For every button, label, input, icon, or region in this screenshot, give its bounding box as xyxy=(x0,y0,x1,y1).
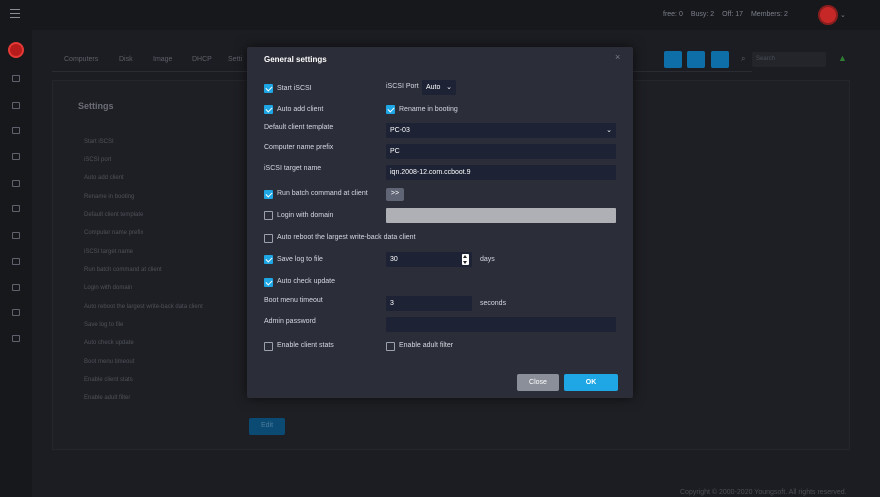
bg-label: Boot menu timeout xyxy=(84,359,135,365)
bg-label: Run batch command at client xyxy=(84,267,162,273)
bg-label: Start iSCSI xyxy=(84,139,114,145)
page-title: Settings xyxy=(78,101,114,111)
login-with-domain-label: Login with domain xyxy=(277,212,334,219)
start-iscsi-checkbox[interactable] xyxy=(264,84,273,93)
bg-label: iSCSI port xyxy=(84,157,112,163)
tab-disk[interactable]: Disk xyxy=(119,56,133,63)
bg-label: Enable client stats xyxy=(84,377,133,383)
iscsi-port-value: Auto xyxy=(426,84,441,91)
copy-icon[interactable] xyxy=(687,51,705,68)
save-log-checkbox[interactable] xyxy=(264,255,273,264)
tag-icon[interactable] xyxy=(12,258,20,265)
bg-label: Auto reboot the largest write-back data … xyxy=(84,304,203,310)
bg-label: Save log to file xyxy=(84,322,124,328)
calendar-icon[interactable] xyxy=(12,153,20,160)
enable-client-stats-checkbox[interactable] xyxy=(264,342,273,351)
dialog-title: General settings xyxy=(264,55,327,64)
disk-icon[interactable] xyxy=(12,102,20,109)
login-with-domain-checkbox[interactable] xyxy=(264,211,273,220)
monitor-icon[interactable] xyxy=(12,75,20,82)
run-batch-command-checkbox[interactable] xyxy=(264,190,273,199)
auto-add-client-label: Auto add client xyxy=(277,106,324,113)
admin-password-input[interactable] xyxy=(386,317,616,332)
admin-password-label: Admin password xyxy=(264,318,316,325)
logout-icon[interactable] xyxy=(12,335,20,342)
free-count: free: 0 xyxy=(663,11,683,18)
default-client-template-value: PC-03 xyxy=(390,127,410,134)
bg-label: Login with domain xyxy=(84,285,133,291)
start-iscsi-label: Start iSCSI xyxy=(277,85,312,92)
tab-image[interactable]: Image xyxy=(153,56,172,63)
chevron-down-icon[interactable]: ⌄ xyxy=(840,11,846,19)
off-count: Off: 17 xyxy=(722,11,744,18)
document-icon[interactable] xyxy=(12,232,20,239)
iscsi-port-select[interactable]: Auto ⌄ xyxy=(422,80,456,95)
tools-icon[interactable] xyxy=(12,127,20,134)
chevron-down-icon: ⌄ xyxy=(446,84,452,91)
auto-add-client-checkbox[interactable] xyxy=(264,105,273,114)
remote-icon[interactable] xyxy=(664,51,682,68)
general-settings-dialog: General settings × Start iSCSI iSCSI Por… xyxy=(247,47,633,398)
close-icon[interactable]: × xyxy=(615,52,620,62)
rename-in-booting-label: Rename in booting xyxy=(399,106,458,113)
bg-label: Auto add client xyxy=(84,175,124,181)
search-input[interactable]: Search xyxy=(752,52,826,67)
iscsi-target-name-label: iSCSI target name xyxy=(264,165,322,172)
save-log-label: Save log to file xyxy=(277,256,323,263)
hamburger-menu-icon[interactable] xyxy=(10,9,20,19)
boot-menu-timeout-label: Boot menu timeout xyxy=(264,297,323,304)
iscsi-target-name-input[interactable]: iqn.2008-12.com.ccboot.9 xyxy=(386,165,616,180)
list-icon[interactable] xyxy=(12,309,20,316)
auto-check-update-label: Auto check update xyxy=(277,278,335,285)
boot-menu-timeout-input[interactable]: 3 xyxy=(386,296,472,311)
status-counters: free: 0 Busy: 2 Off: 17 Members: 2 xyxy=(663,11,794,18)
copyright: Copyright © 2000-2020 Youngsoft. All rig… xyxy=(680,489,847,496)
run-batch-command-label: Run batch command at client xyxy=(277,190,368,197)
domain-input[interactable] xyxy=(386,208,616,223)
status-icon: ▲ xyxy=(838,53,847,63)
enable-client-stats-label: Enable client stats xyxy=(277,342,334,349)
edit-button[interactable]: Edit xyxy=(249,418,285,435)
sidebar xyxy=(0,30,32,497)
logo-icon xyxy=(8,42,24,58)
spinner-arrows-icon[interactable] xyxy=(462,254,469,265)
bg-label: Auto check update xyxy=(84,340,134,346)
enable-adult-filter-label: Enable adult filter xyxy=(399,342,454,349)
default-client-template-label: Default client template xyxy=(264,124,334,131)
busy-count: Busy: 2 xyxy=(690,11,715,18)
chevron-down-icon: ⌄ xyxy=(606,127,612,134)
tab-computers[interactable]: Computers xyxy=(64,56,98,63)
auto-reboot-label: Auto reboot the largest write-back data … xyxy=(277,234,416,241)
ok-button[interactable]: OK xyxy=(564,374,618,391)
auto-reboot-checkbox[interactable] xyxy=(264,234,273,243)
run-batch-command-button[interactable]: >> xyxy=(386,188,404,201)
computer-name-prefix-input[interactable]: PC xyxy=(386,144,616,159)
windows-icon[interactable] xyxy=(12,180,20,187)
file-icon[interactable] xyxy=(12,284,20,291)
seconds-unit: seconds xyxy=(480,300,507,307)
bg-label: iSCSI target name xyxy=(84,249,134,255)
bg-label: Computer name prefix xyxy=(84,230,144,236)
enable-adult-filter-checkbox[interactable] xyxy=(386,342,395,351)
settings-icon[interactable] xyxy=(12,205,20,212)
close-button[interactable]: Close xyxy=(517,374,559,391)
bg-label: Default client template xyxy=(84,212,144,218)
top-bar: free: 0 Busy: 2 Off: 17 Members: 2 ⌄ xyxy=(0,0,880,30)
days-unit: days xyxy=(480,256,495,263)
computer-name-prefix-label: Computer name prefix xyxy=(264,144,334,151)
avatar[interactable] xyxy=(818,5,838,25)
tab-settings[interactable]: Setti xyxy=(228,56,242,63)
default-client-template-select[interactable]: PC-03 ⌄ xyxy=(386,123,616,138)
search-icon: ⌕ xyxy=(741,54,746,63)
cloud-icon[interactable] xyxy=(711,51,729,68)
iscsi-port-label: iSCSI Port xyxy=(386,83,419,90)
members-count: Members: 2 xyxy=(750,11,788,18)
bg-label: Rename in booting xyxy=(84,194,135,200)
tab-dhcp[interactable]: DHCP xyxy=(192,56,212,63)
bg-label: Enable adult filter xyxy=(84,395,131,401)
auto-check-update-checkbox[interactable] xyxy=(264,278,273,287)
rename-in-booting-checkbox[interactable] xyxy=(386,105,395,114)
log-days-stepper[interactable]: 30 xyxy=(386,252,472,267)
log-days-value: 30 xyxy=(390,256,398,263)
